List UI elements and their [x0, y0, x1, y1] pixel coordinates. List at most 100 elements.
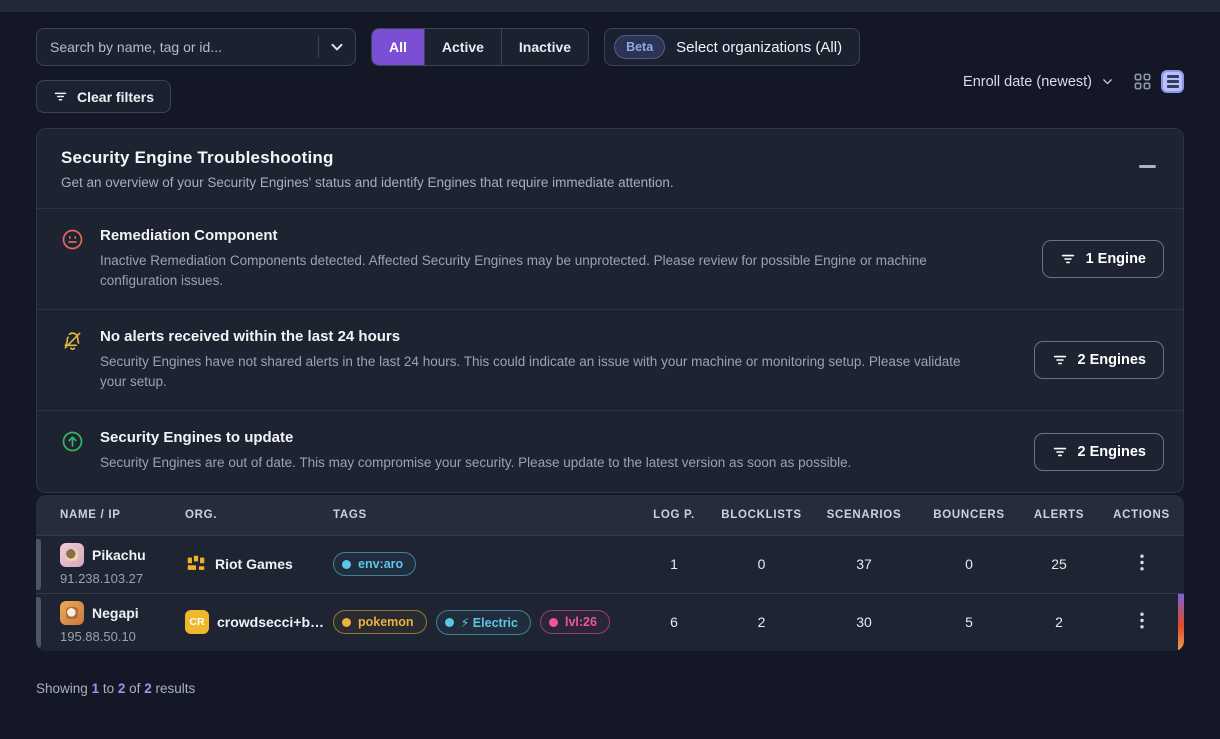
row-status-gradient-bar: [1178, 594, 1184, 651]
sort-and-view-controls: Enroll date (newest): [963, 70, 1184, 93]
actions-cell: [1099, 606, 1184, 638]
column-header-name-ip[interactable]: NAME / IP: [36, 509, 185, 521]
list-view-icon[interactable]: [1161, 70, 1184, 93]
sort-dropdown[interactable]: Enroll date (newest): [963, 74, 1092, 90]
alert-no-alerts-24h: No alerts received within the last 24 ho…: [37, 309, 1183, 410]
arrow-up-circle-icon: [61, 430, 84, 453]
alert-remediation-component: Remediation Component Inactive Remediati…: [37, 208, 1183, 309]
row-actions-kebab-icon[interactable]: [1134, 548, 1150, 580]
results-to: 2: [118, 681, 126, 696]
row-actions-kebab-icon[interactable]: [1134, 606, 1150, 638]
update-engines-button[interactable]: 2 Engines: [1034, 433, 1165, 471]
results-summary-text: results: [155, 681, 195, 696]
search-box[interactable]: [36, 28, 356, 66]
search-divider: [318, 36, 319, 58]
org-name: Riot Games: [215, 556, 293, 572]
organization-selector[interactable]: Beta Select organizations (All): [604, 28, 860, 66]
table-row[interactable]: Pikachu 91.238.103.27 Riot Games: [36, 535, 1184, 593]
alert-description: Inactive Remediation Components detected…: [100, 251, 979, 290]
collapse-panel-button[interactable]: [1139, 159, 1157, 173]
column-header-bouncers[interactable]: BOUNCERS: [919, 509, 1019, 521]
results-summary-text: of: [129, 681, 140, 696]
troubleshooting-header: Security Engine Troubleshooting Get an o…: [37, 129, 1183, 208]
alerts-cell: 2: [1019, 614, 1099, 630]
tag-pill[interactable]: pokemon: [333, 610, 427, 634]
column-header-alerts[interactable]: ALERTS: [1019, 509, 1099, 521]
name-ip-cell: Negapi 195.88.50.10: [36, 601, 185, 644]
tab-all[interactable]: All: [372, 29, 424, 65]
search-input[interactable]: [50, 39, 312, 55]
name-ip-cell: Pikachu 91.238.103.27: [36, 543, 185, 586]
troubleshooting-panel: Security Engine Troubleshooting Get an o…: [36, 128, 1184, 493]
org-name: crowdsecci+bo...: [217, 614, 329, 630]
org-cell: CR crowdsecci+bo...: [185, 610, 333, 634]
beta-badge: Beta: [614, 35, 665, 59]
alert-description: Security Engines are out of date. This m…: [100, 453, 979, 473]
tab-inactive[interactable]: Inactive: [501, 29, 588, 65]
alert-content: No alerts received within the last 24 ho…: [100, 328, 1159, 391]
column-header-org[interactable]: ORG.: [185, 509, 333, 521]
top-navigation-strip: [0, 0, 1220, 12]
chevron-down-icon[interactable]: [329, 39, 345, 55]
engine-count-label: 2 Engines: [1078, 444, 1147, 460]
alert-title: No alerts received within the last 24 ho…: [100, 328, 979, 345]
engine-avatar: [60, 601, 84, 625]
tag-pill[interactable]: env:aro: [333, 552, 416, 576]
engine-avatar: [60, 543, 84, 567]
alert-title: Remediation Component: [100, 227, 979, 244]
row-scroll-indicator: [36, 597, 41, 648]
filter-icon: [53, 89, 68, 104]
tag-dot: [549, 618, 558, 627]
chevron-down-icon[interactable]: [1101, 75, 1114, 88]
results-summary-text: to: [103, 681, 114, 696]
column-header-scenarios[interactable]: SCENARIOS: [809, 509, 919, 521]
remediation-engines-button[interactable]: 1 Engine: [1042, 240, 1164, 278]
results-summary-text: Showing: [36, 681, 88, 696]
blocklists-cell: 0: [714, 556, 809, 572]
tag-pill[interactable]: lvl:26: [540, 610, 610, 634]
bell-off-icon: [61, 329, 84, 352]
no-alerts-engines-button[interactable]: 2 Engines: [1034, 341, 1165, 379]
alert-content: Security Engines to update Security Engi…: [100, 429, 1159, 473]
column-header-blocklists[interactable]: BLOCKLISTS: [714, 509, 809, 521]
engine-ip: 195.88.50.10: [60, 629, 185, 644]
tag-pill[interactable]: ⚡ Electric: [436, 610, 531, 635]
alert-content: Remediation Component Inactive Remediati…: [100, 227, 1159, 290]
scenarios-cell: 37: [809, 556, 919, 572]
tag-dot: [445, 618, 454, 627]
log-processors-cell: 6: [634, 614, 714, 630]
filter-icon: [1060, 251, 1076, 267]
log-processors-cell: 1: [634, 556, 714, 572]
engines-page: All Active Inactive Beta Select organiza…: [0, 12, 1220, 696]
engine-count-label: 1 Engine: [1086, 251, 1146, 267]
results-total: 2: [144, 681, 152, 696]
engines-table: NAME / IP ORG. TAGS LOG P. BLOCKLISTS SC…: [36, 495, 1184, 651]
org-cell: Riot Games: [185, 553, 333, 575]
tag-label: lvl:26: [565, 615, 597, 629]
engine-ip: 91.238.103.27: [60, 571, 185, 586]
status-filter-tabs: All Active Inactive: [371, 28, 589, 66]
column-header-log-p[interactable]: LOG P.: [634, 509, 714, 521]
panel-title: Security Engine Troubleshooting: [61, 148, 1159, 168]
bouncers-cell: 0: [919, 556, 1019, 572]
results-summary: Showing 1 to 2 of 2 results: [36, 681, 1184, 696]
tags-cell: env:aro: [333, 552, 634, 576]
row-scroll-indicator: [36, 539, 41, 590]
scenarios-cell: 30: [809, 614, 919, 630]
clear-filters-button[interactable]: Clear filters: [36, 80, 171, 113]
riot-games-logo-icon: [185, 553, 207, 575]
alert-description: Security Engines have not shared alerts …: [100, 352, 979, 391]
organization-selector-label: Select organizations (All): [676, 39, 842, 56]
column-header-tags[interactable]: TAGS: [333, 509, 634, 521]
engine-name: Negapi: [92, 605, 139, 621]
table-header-row: NAME / IP ORG. TAGS LOG P. BLOCKLISTS SC…: [36, 495, 1184, 535]
tag-dot: [342, 618, 351, 627]
alerts-cell: 25: [1019, 556, 1099, 572]
cr-org-badge: CR: [185, 610, 209, 634]
tab-active[interactable]: Active: [424, 29, 501, 65]
tag-label: ⚡ Electric: [461, 615, 518, 630]
actions-cell: [1099, 548, 1184, 580]
tag-label: pokemon: [358, 615, 414, 629]
table-row[interactable]: Negapi 195.88.50.10 CR crowdsecci+bo... …: [36, 593, 1184, 651]
grid-view-icon[interactable]: [1133, 72, 1152, 91]
